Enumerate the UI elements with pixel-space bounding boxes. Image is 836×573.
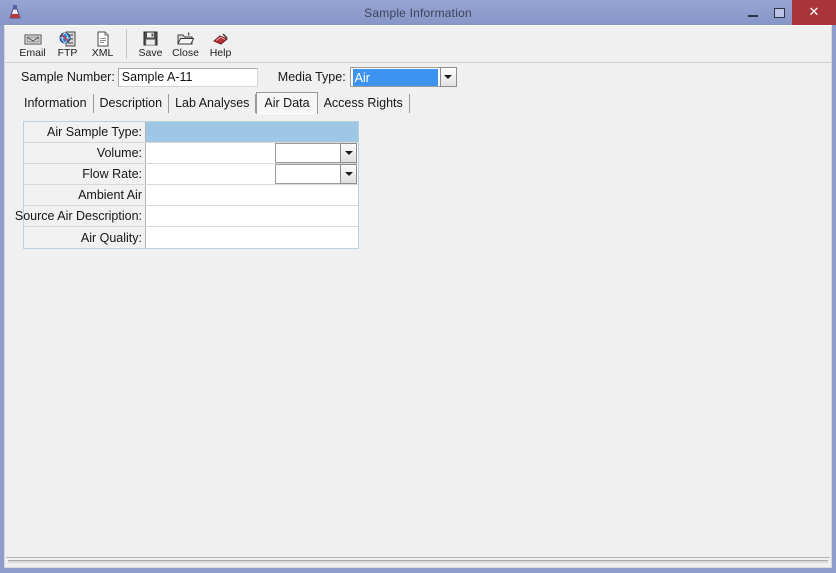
flow-rate-unit-value-field[interactable]: [275, 164, 340, 184]
close-button[interactable]: ✕: [792, 0, 836, 25]
table-row: Source Air Description:: [15, 206, 358, 227]
toolbar-label: Close: [172, 47, 199, 59]
window-title: Sample Information: [364, 5, 472, 20]
flow-rate-unit-combobox[interactable]: [275, 164, 357, 184]
window-controls: ✕: [740, 0, 836, 25]
source-air-description-field[interactable]: [146, 206, 358, 226]
flow-rate-field[interactable]: [146, 164, 358, 184]
media-type-value: Air: [352, 68, 438, 86]
toolbar-button-email[interactable]: Email: [15, 28, 50, 62]
header-fields-row: Sample Number: Sample A-11 Media Type: A…: [5, 63, 831, 91]
toolbar-button-help[interactable]: Help: [203, 28, 238, 62]
source-air-description-label: Source Air Description:: [15, 206, 146, 226]
minimize-icon: [748, 14, 758, 17]
open-folder-icon: [177, 30, 194, 47]
table-row: Flow Rate:: [24, 164, 358, 185]
air-sample-type-field[interactable]: [146, 122, 358, 142]
help-book-icon: [212, 30, 229, 47]
sample-number-label: Sample Number:: [21, 70, 115, 84]
air-data-panel: Air Sample Type: Volume: Flow Rate: Ambi…: [5, 113, 831, 557]
toolbar-button-close[interactable]: Close: [168, 28, 203, 62]
flow-rate-label: Flow Rate:: [24, 164, 146, 184]
toolbar-separator: [126, 29, 127, 59]
envelope-icon: [24, 30, 42, 47]
table-row: Air Quality:: [24, 227, 358, 248]
chevron-down-icon: [344, 172, 353, 176]
table-row: Air Sample Type:: [24, 122, 358, 143]
flow-rate-unit-dropdown-button[interactable]: [340, 164, 357, 184]
volume-field[interactable]: [146, 143, 358, 163]
client-area: Email FTP XML Save Close Help Sample Num…: [4, 25, 832, 568]
air-quality-field[interactable]: [146, 227, 358, 248]
floppy-disk-icon: [143, 30, 158, 47]
table-row: Volume:: [24, 143, 358, 164]
application-window: Sample Information ✕ Email FTP XML Save …: [0, 0, 836, 573]
toolbar-label: XML: [91, 47, 114, 59]
table-row: Ambient Air: [24, 185, 358, 206]
ftp-server-icon: [59, 30, 77, 47]
sample-number-input[interactable]: Sample A-11: [117, 67, 258, 87]
volume-unit-combobox[interactable]: [275, 143, 357, 163]
tab-description[interactable]: Description: [94, 94, 170, 113]
ambient-air-label: Ambient Air: [24, 185, 146, 205]
toolbar-button-xml[interactable]: XML: [85, 28, 120, 62]
chevron-down-icon: [344, 151, 353, 155]
toolbar-button-ftp[interactable]: FTP: [50, 28, 85, 62]
tab-information[interactable]: Information: [17, 94, 94, 113]
toolbar-label: Save: [138, 47, 163, 59]
close-icon: ✕: [808, 5, 820, 20]
air-quality-label: Air Quality:: [24, 227, 146, 248]
media-type-dropdown-button[interactable]: [439, 67, 457, 87]
tab-lab-analyses[interactable]: Lab Analyses: [169, 94, 257, 113]
volume-unit-dropdown-button[interactable]: [340, 143, 357, 163]
ambient-air-field[interactable]: [146, 185, 358, 205]
volume-label: Volume:: [24, 143, 146, 163]
title-bar: Sample Information ✕: [0, 0, 836, 25]
tab-air-data[interactable]: Air Data: [256, 92, 318, 114]
tab-strip: Information Description Lab Analyses Air…: [5, 91, 831, 114]
toolbar-button-save[interactable]: Save: [133, 28, 168, 62]
media-type-label: Media Type:: [277, 70, 346, 84]
chevron-down-icon: [444, 75, 453, 79]
toolbar-label: FTP: [57, 47, 78, 59]
media-type-combobox[interactable]: Air: [349, 67, 457, 87]
toolbar: Email FTP XML Save Close Help: [5, 26, 831, 63]
tab-access-rights[interactable]: Access Rights: [318, 94, 410, 113]
status-bar: [6, 557, 830, 566]
maximize-icon: [773, 7, 785, 18]
minimize-button[interactable]: [740, 0, 766, 25]
toolbar-label: Help: [209, 47, 232, 59]
air-sample-type-label: Air Sample Type:: [24, 122, 146, 142]
xml-document-icon: [96, 30, 110, 47]
toolbar-label: Email: [19, 47, 46, 59]
maximize-button[interactable]: [766, 0, 792, 25]
air-data-grid: Air Sample Type: Volume: Flow Rate: Ambi…: [15, 121, 359, 249]
flask-icon: [6, 3, 24, 21]
media-type-value-field[interactable]: Air: [349, 67, 440, 87]
volume-unit-value-field[interactable]: [275, 143, 340, 163]
